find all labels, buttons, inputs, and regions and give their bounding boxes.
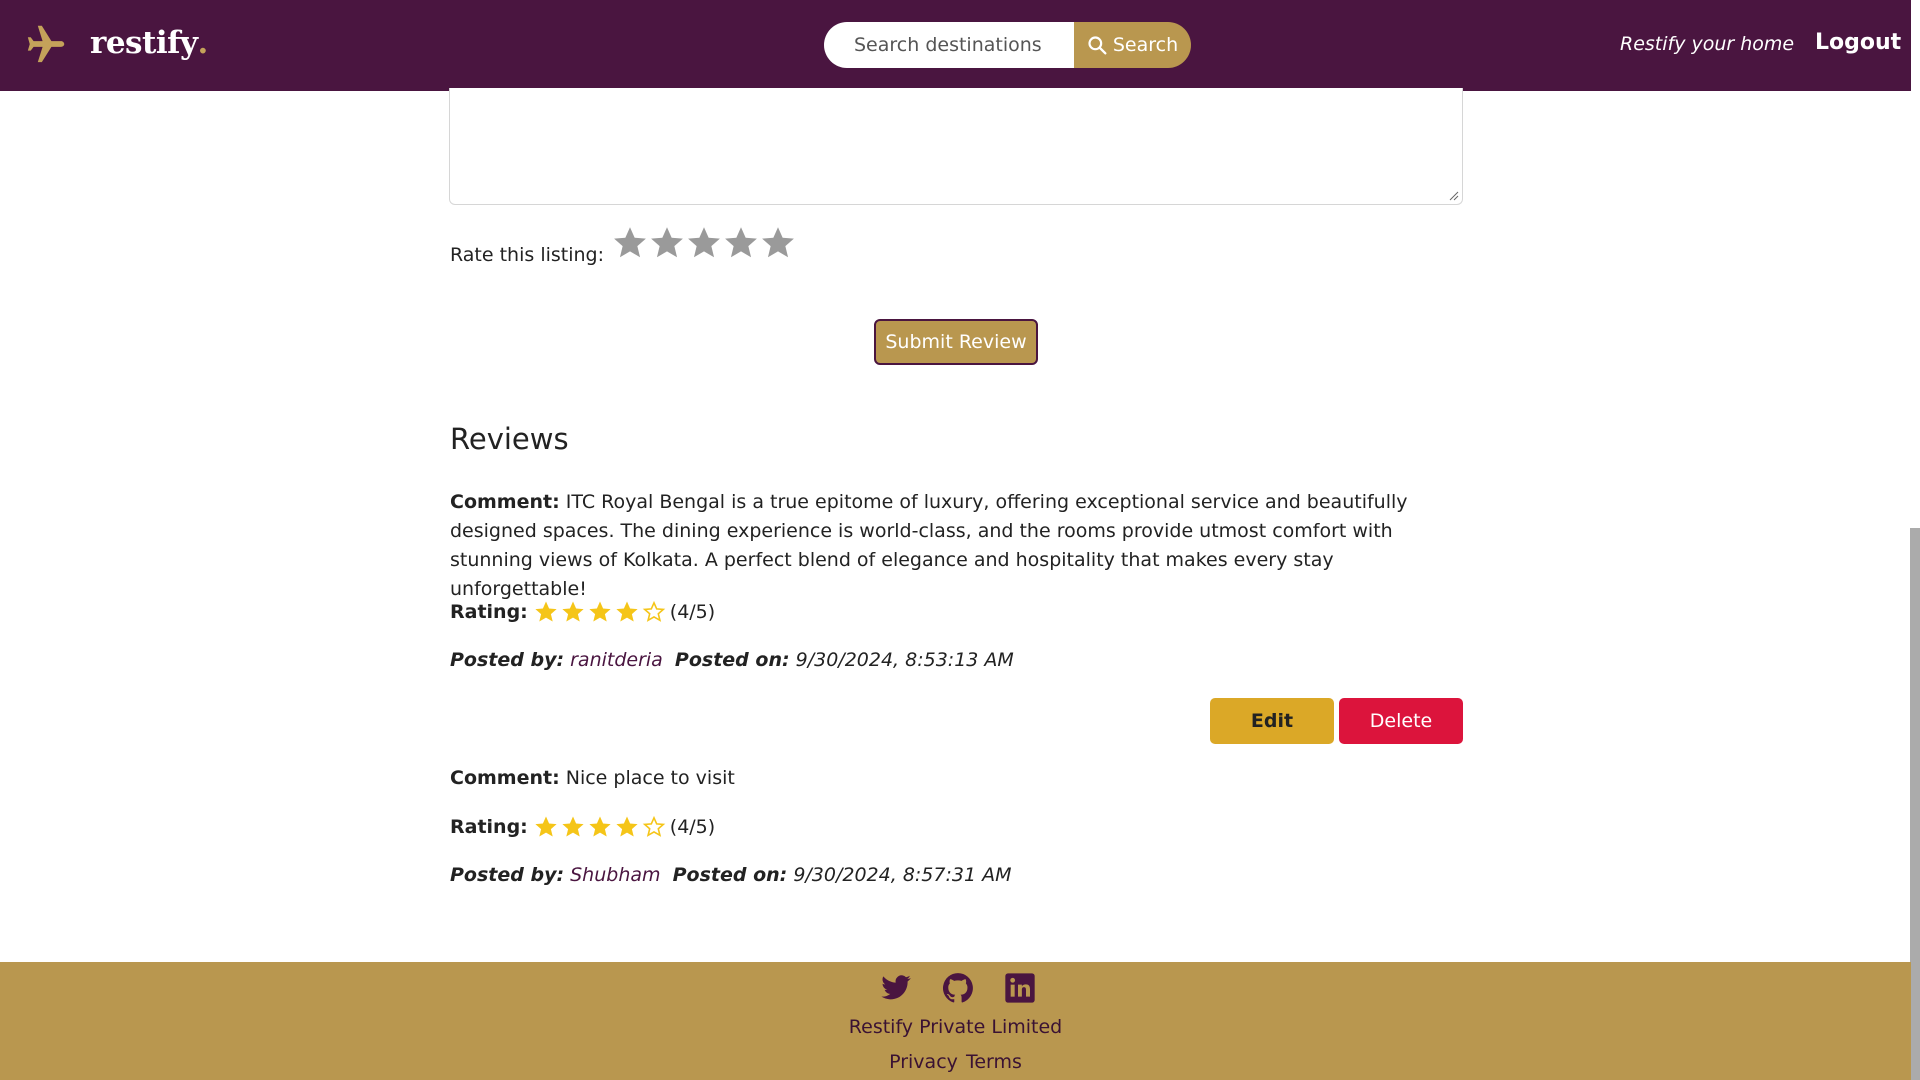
comment-label: Comment:	[450, 767, 560, 789]
review-1-comment: Comment: ITC Royal Bengal is a true epit…	[450, 488, 1464, 604]
star-filled-icon	[589, 601, 611, 622]
star-filled-icon	[562, 601, 584, 622]
logout-link[interactable]: Logout	[1815, 30, 1901, 55]
star-filled-icon	[589, 816, 611, 837]
review-2-meta: Posted by: Shubham Posted on: 9/30/2024,…	[450, 864, 1012, 886]
review-2-comment: Comment: Nice place to visit	[450, 764, 1464, 793]
star-filled-icon	[562, 816, 584, 837]
star-filled-icon	[535, 601, 557, 622]
rating-star-3[interactable]	[686, 225, 722, 261]
star-outline-icon	[642, 815, 666, 837]
twitter-icon[interactable]	[880, 972, 912, 1004]
review-2-star-rating	[534, 815, 666, 839]
review-1-rating-text: (4/5)	[669, 601, 716, 623]
brand-logo[interactable]: restify.	[22, 18, 208, 68]
review-2-date: 9/30/2024, 8:57:31 AM	[793, 864, 1012, 886]
terms-link[interactable]: Terms	[966, 1051, 1022, 1073]
brand-name: restify	[90, 25, 198, 61]
star-filled-icon	[616, 601, 638, 622]
review-2-rating: Rating: (4/5)	[450, 815, 715, 839]
github-icon[interactable]	[942, 972, 974, 1004]
review-1-meta: Posted by: ranitderia Posted on: 9/30/20…	[450, 649, 1014, 671]
page-scrollbar-thumb[interactable]	[1910, 528, 1920, 1080]
search-button[interactable]: Search	[1074, 22, 1191, 68]
posted-on-label: Posted on:	[672, 864, 788, 886]
resize-handle-icon[interactable]	[1449, 191, 1459, 201]
review-comment-textarea[interactable]	[449, 88, 1463, 205]
search-bar: Search	[824, 22, 1191, 68]
star-outline-icon	[642, 600, 666, 622]
submit-review-button[interactable]: Submit Review	[874, 319, 1038, 365]
edit-review-button[interactable]: Edit	[1210, 698, 1334, 744]
review-2-comment-text: Nice place to visit	[565, 767, 735, 789]
review-1-author: ranitderia	[570, 649, 663, 671]
review-1-star-rating	[534, 600, 666, 624]
rating-label: Rating:	[450, 816, 528, 838]
posted-by-label: Posted by:	[450, 864, 565, 886]
comment-label: Comment:	[450, 491, 560, 513]
rate-listing-label: Rate this listing:	[450, 244, 605, 266]
footer-company-name: Restify Private Limited	[848, 1016, 1063, 1038]
rating-label: Rating:	[450, 601, 528, 623]
social-links	[880, 972, 1036, 1004]
review-1-rating: Rating: (4/5)	[450, 600, 715, 624]
review-1-comment-text: ITC Royal Bengal is a true epitome of lu…	[450, 491, 1408, 600]
delete-review-button[interactable]: Delete	[1339, 698, 1463, 744]
privacy-link[interactable]: Privacy	[889, 1051, 958, 1073]
search-button-label: Search	[1112, 34, 1179, 56]
search-input[interactable]	[824, 22, 1074, 68]
rating-star-2[interactable]	[649, 225, 685, 261]
star-filled-icon	[535, 816, 557, 837]
review-2-author: Shubham	[570, 864, 661, 886]
posted-on-label: Posted on:	[674, 649, 790, 671]
star-filled-icon	[616, 816, 638, 837]
navbar: restify. Search Restify your home Logout	[0, 0, 1911, 91]
posted-by-label: Posted by:	[450, 649, 565, 671]
footer: Restify Private Limited Privacy Terms	[0, 962, 1911, 1080]
footer-links: Privacy Terms	[0, 1051, 1911, 1073]
brand-dot: .	[197, 25, 209, 61]
review-1-date: 9/30/2024, 8:53:13 AM	[795, 649, 1014, 671]
restify-your-home-link[interactable]: Restify your home	[1620, 33, 1794, 55]
review-2-rating-text: (4/5)	[669, 816, 716, 838]
rating-star-1[interactable]	[612, 225, 648, 261]
plane-icon	[27, 25, 65, 63]
rating-star-4[interactable]	[723, 225, 759, 261]
rating-star-5[interactable]	[760, 225, 796, 261]
linkedin-icon[interactable]	[1004, 972, 1036, 1004]
search-icon	[1088, 36, 1107, 55]
rating-input[interactable]	[612, 225, 796, 261]
reviews-heading: Reviews	[450, 422, 569, 456]
